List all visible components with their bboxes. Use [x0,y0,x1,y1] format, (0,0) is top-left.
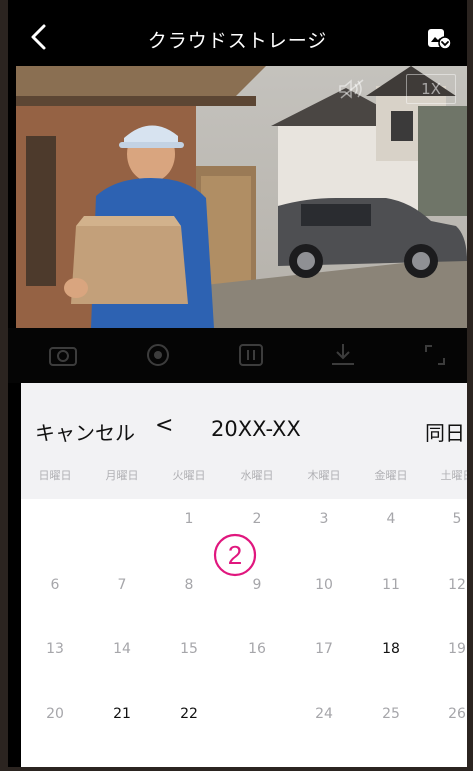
record-icon[interactable] [143,342,173,368]
calendar-day-number: 26 [448,706,466,722]
calendar-day[interactable]: 7 [102,569,142,601]
calendar-day-number: 25 [382,706,400,722]
calendar-day-number: 4 [386,511,396,527]
weekday-label: 金曜日 [374,469,408,482]
pause-icon[interactable] [236,342,266,368]
calendar-day-number: 1 [184,511,194,527]
calendar-day-number: 20 [46,706,64,722]
calendar-day[interactable]: 5 [437,503,467,535]
calendar-day[interactable]: 22 [169,698,209,730]
device-frame-bottom [0,767,473,771]
calendar-day-number: 10 [315,577,333,593]
calendar-day[interactable]: 14 [102,633,142,665]
calendar-day-number: 6 [50,577,60,593]
calendar-day[interactable]: 25 [371,698,411,730]
calendar-day-number: 12 [448,577,466,593]
calendar-day-number: 14 [113,641,131,657]
cloud-storage-icon[interactable] [427,26,453,50]
calendar-day[interactable]: 18 [371,633,411,665]
calendar-day[interactable]: 19 [437,633,467,665]
calendar-day[interactable]: 4 [371,503,411,535]
calendar-day-number: 8 [184,577,194,593]
page-title: クラウドストレージ [147,30,328,52]
calendar-day-number: 16 [248,641,266,657]
calendar-day-number: 2 [252,511,262,527]
weekday-label: 木曜日 [307,469,341,482]
calendar-day-number: 23 [248,706,266,722]
calendar-day-number: 22 [180,706,198,722]
video-player[interactable]: 1X [16,66,467,328]
step-marker-label: 2 [228,540,242,570]
calendar-day[interactable]: 8 [169,569,209,601]
calendar-day-number: 19 [448,641,466,657]
cancel-button[interactable]: キャンセル [35,417,135,446]
weekday-label: 水曜日 [240,469,274,482]
previous-month-button[interactable]: < [155,413,173,438]
calendar-day-number: 11 [382,577,400,593]
download-icon[interactable] [328,342,358,368]
calendar-day-number: 5 [452,511,462,527]
camera-icon[interactable] [48,342,78,368]
calendar-day[interactable]: 2 [237,503,277,535]
calendar-day[interactable]: 16 [237,633,277,665]
calendar-day[interactable]: 10 [304,569,344,601]
weekday-label: 月曜日 [105,469,139,482]
zoom-button[interactable]: 1X [406,74,456,104]
calendar-day[interactable]: 11 [371,569,411,601]
calendar-day-number: 18 [382,641,400,657]
calendar-day-number: 13 [46,641,64,657]
step-marker-badge: 2 [213,533,257,577]
video-toolbar [8,328,467,383]
fullscreen-icon[interactable] [420,342,450,368]
calendar-day-number: 9 [252,577,262,593]
calendar-day[interactable]: 26 [437,698,467,730]
weekday-label: 土曜日 [440,469,468,482]
same-day-button[interactable]: 同日 [425,417,465,446]
weekday-row: 日曜日 月曜日 火曜日 水曜日 木曜日 金曜日 土曜日 [21,455,467,499]
current-month-label: 20XX-XX [211,417,301,441]
calendar-day[interactable]: 21 [102,698,142,730]
calendar-day[interactable]: 20 [35,698,75,730]
calendar-day[interactable]: 6 [35,569,75,601]
calendar-day[interactable]: 3 [304,503,344,535]
calendar-day-number: 24 [315,706,333,722]
calendar-day-selected[interactable]: 23 [237,698,277,730]
calendar-day-number: 21 [113,706,131,722]
calendar-day[interactable]: 12 [437,569,467,601]
calendar-day-number: 17 [315,641,333,657]
video-frame-image [16,66,467,328]
calendar-day-number: 7 [117,577,127,593]
calendar-day-number: 3 [319,511,329,527]
calendar-day[interactable]: 13 [35,633,75,665]
weekday-label: 火曜日 [172,469,206,482]
weekday-label: 日曜日 [38,469,72,482]
speaker-muted-icon[interactable] [338,78,366,100]
phone-screen: クラウドストレージ 1X キャンセル < 20XX-XX 同日 日曜日 月曜日 … [8,0,467,767]
calendar-day[interactable]: 17 [304,633,344,665]
top-bar: クラウドストレージ [8,10,467,66]
calendar-day[interactable]: 1 [169,503,209,535]
calendar-day[interactable]: 24 [304,698,344,730]
calendar-day-number: 15 [180,641,198,657]
calendar-day[interactable]: 15 [169,633,209,665]
